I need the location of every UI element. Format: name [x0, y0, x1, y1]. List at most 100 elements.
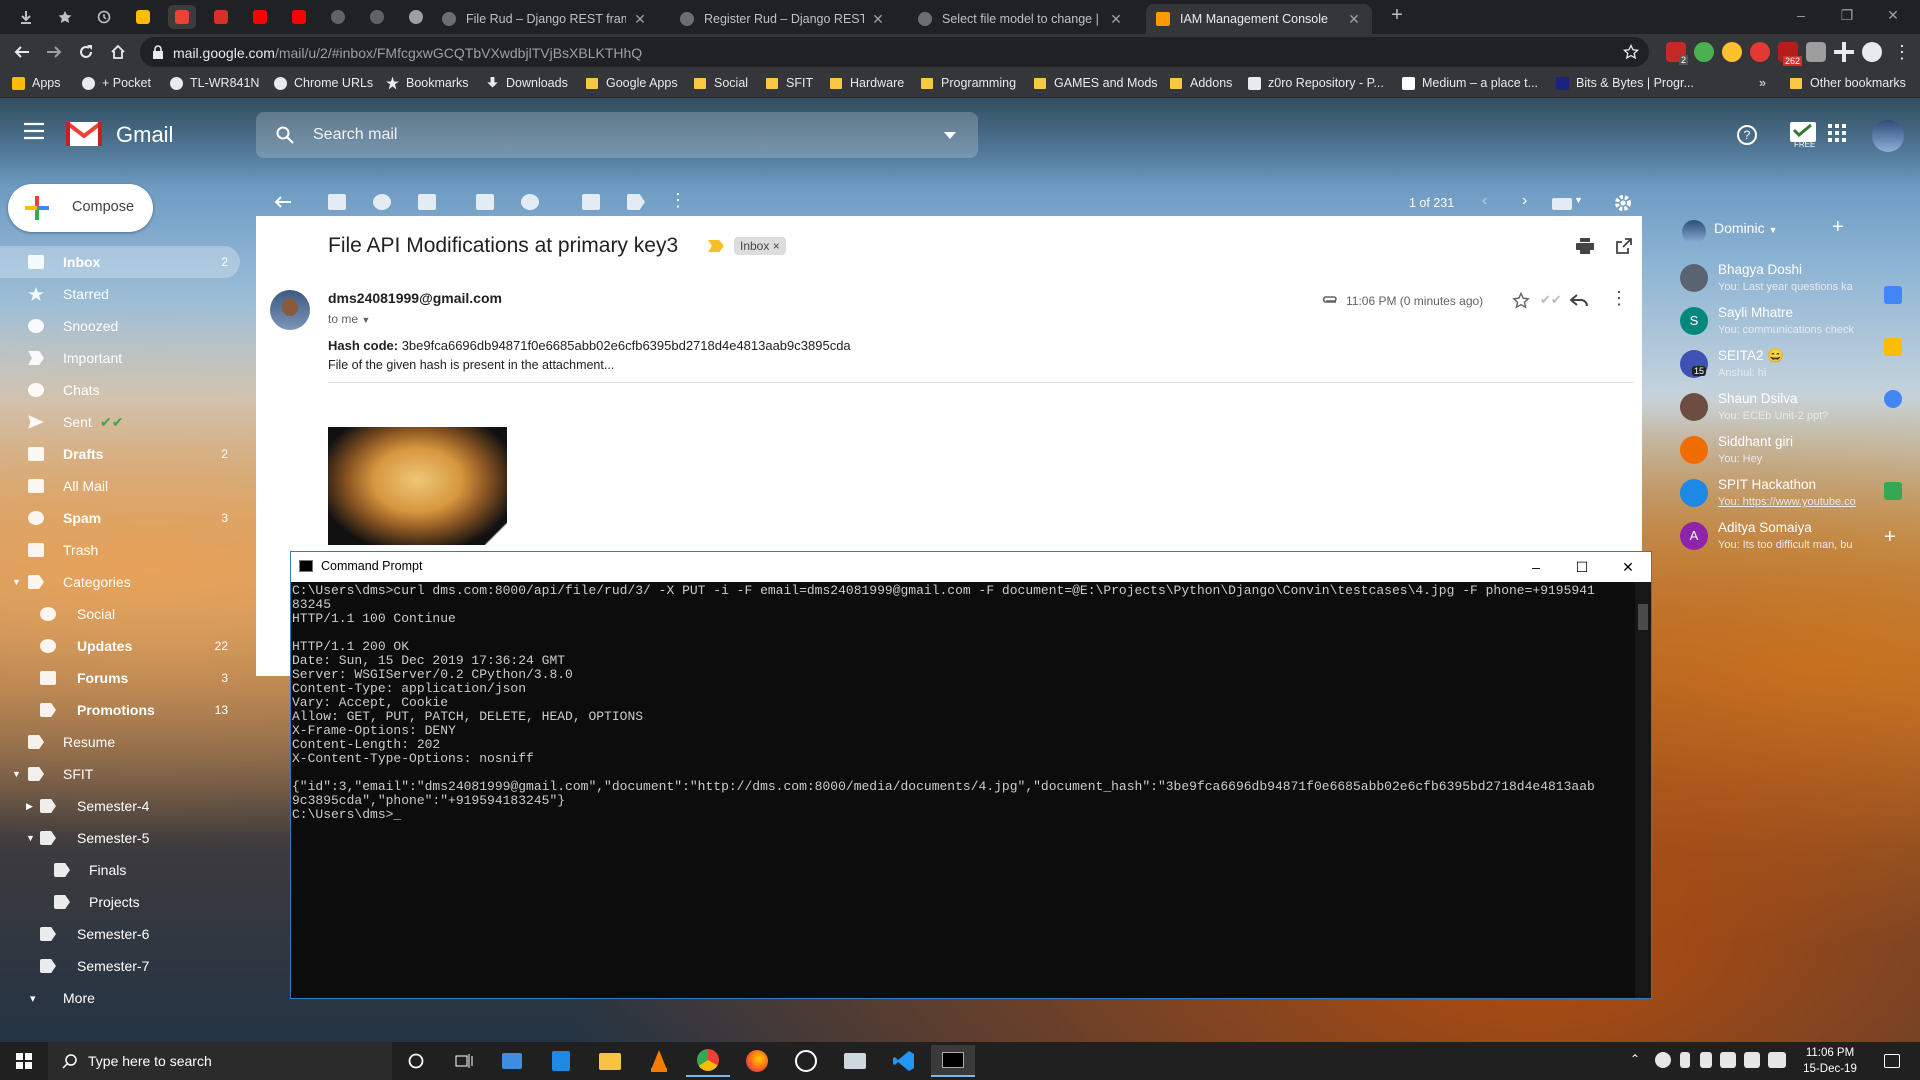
sidebar-item-finals[interactable]: Finals — [0, 854, 240, 886]
input-tools-caret-icon[interactable]: ▼ — [1574, 195, 1583, 205]
firefox-icon[interactable] — [735, 1045, 779, 1077]
wifi-icon[interactable] — [1744, 1052, 1760, 1068]
details-caret-icon[interactable]: ▼ — [361, 315, 370, 325]
expand-caret-icon[interactable]: ▶ — [26, 801, 33, 812]
chrome-taskbar-icon[interactable] — [686, 1045, 730, 1077]
download-icon[interactable] — [12, 5, 40, 29]
sidebar-item-snoozed[interactable]: Snoozed — [0, 310, 240, 342]
new-conversation-plus-icon[interactable]: + — [1832, 216, 1844, 239]
gmail-logo-icon[interactable] — [66, 120, 102, 146]
snooze-clock-icon[interactable] — [521, 194, 539, 210]
sidebar-item-starred[interactable]: Starred — [0, 278, 240, 310]
recipient-details[interactable]: to me ▼ — [328, 312, 370, 326]
cmd-titlebar[interactable]: Command Prompt – ☐ ✕ — [291, 552, 1651, 582]
bookmark-folder-games[interactable]: GAMES and Mods — [1034, 76, 1158, 90]
screenshot-camera-icon[interactable] — [1806, 42, 1826, 62]
taskbar-search-box[interactable]: Type here to search — [48, 1042, 392, 1080]
archive-icon[interactable] — [328, 194, 346, 210]
more-actions-icon[interactable]: ⋮ — [669, 190, 687, 211]
cmd-minimize-button[interactable]: – — [1513, 552, 1559, 582]
help-icon[interactable]: ? — [1736, 124, 1760, 148]
cmd-output[interactable]: C:\Users\dms>curl dms.com:8000/api/file/… — [291, 582, 1635, 998]
windows-start-icon[interactable] — [2, 1045, 46, 1077]
sidebar-item-inbox[interactable]: Inbox 2 — [0, 246, 240, 278]
bookmark-folder-other[interactable]: Other bookmarks — [1790, 76, 1906, 90]
chat-contact[interactable]: A Aditya Somaiya You: Its too difficult ma… — [1680, 518, 1886, 558]
keep-tab-icon[interactable] — [129, 5, 157, 29]
get-addons-plus-icon[interactable]: + — [1884, 526, 1896, 549]
bookmark-router[interactable]: TL-WR841N — [170, 76, 259, 90]
bookmark-folder-sfit[interactable]: SFIT — [766, 76, 813, 90]
system-clock[interactable]: 11:06 PM 15-Dec-19 — [1790, 1045, 1870, 1077]
blank-tab-icon[interactable] — [324, 5, 352, 29]
minimize-window-button[interactable]: – — [1778, 0, 1824, 30]
adblock-plus-icon[interactable]: 2 — [1666, 42, 1688, 65]
tray-overflow-chevron-icon[interactable]: ⌃ — [1630, 1052, 1640, 1066]
gmail-pinned-tab-icon-2[interactable] — [207, 5, 235, 29]
sidebar-item-sfit[interactable]: ▼ SFIT — [0, 758, 240, 790]
star-icon[interactable] — [1512, 292, 1530, 310]
collapse-caret-icon[interactable]: ▼ — [12, 577, 21, 587]
keyboard-icon[interactable] — [1768, 1052, 1786, 1068]
sidebar-item-semester-5[interactable]: ▼ Semester-5 — [0, 822, 240, 854]
compose-button[interactable]: Compose — [8, 184, 153, 232]
bookmark-apps[interactable]: Apps — [12, 76, 61, 90]
streak-free-badge-icon[interactable]: FREE — [1788, 120, 1818, 150]
sender-email[interactable]: dms24081999@gmail.com — [328, 290, 502, 306]
sidebar-item-important[interactable]: Important — [0, 342, 240, 374]
tasks-addon-icon[interactable] — [1884, 390, 1902, 408]
search-input[interactable]: Search mail — [313, 126, 397, 144]
volume-icon[interactable] — [1720, 1052, 1736, 1068]
bookmark-bits-bytes[interactable]: Bits & Bytes | Progr... — [1556, 76, 1694, 90]
input-tools-keyboard-icon[interactable] — [1552, 198, 1572, 210]
bookmark-this-page-star-icon[interactable] — [1623, 44, 1639, 60]
collapse-caret-icon[interactable]: ▼ — [12, 769, 21, 779]
youtube-tab-icon-2[interactable] — [285, 5, 313, 29]
newer-chevron-icon[interactable]: ‹ — [1482, 192, 1487, 210]
close-window-button[interactable]: ✕ — [1870, 0, 1916, 30]
chat-contact[interactable]: Siddhant giri You: Hey — [1680, 432, 1886, 472]
bookmark-star-icon[interactable] — [51, 5, 79, 29]
youtube-tab-icon[interactable] — [246, 5, 274, 29]
gmail-pinned-tab-icon[interactable] — [168, 5, 196, 29]
network-app-icon[interactable] — [539, 1045, 583, 1077]
bookmark-pocket[interactable]: + Pocket — [82, 76, 151, 90]
sidebar-item-more[interactable]: ▾ More — [0, 982, 240, 1014]
cmd-scrollbar[interactable] — [1635, 582, 1651, 998]
xbox-icon[interactable] — [784, 1045, 828, 1077]
chat-contact[interactable]: 15 SEITA2 😄 Anshul: hi — [1680, 346, 1886, 386]
bookmark-folder-addons[interactable]: Addons — [1170, 76, 1232, 90]
search-options-caret-icon[interactable] — [944, 132, 956, 139]
sidebar-item-categories[interactable]: ▼ Categories — [0, 566, 240, 598]
sidebar-item-drafts[interactable]: Drafts 2 — [0, 438, 240, 470]
bookmark-folder-hardware[interactable]: Hardware — [830, 76, 904, 90]
sidebar-item-spam[interactable]: Spam 3 — [0, 502, 240, 534]
mail-search-bar[interactable]: Search mail — [256, 112, 978, 158]
profile-icon[interactable] — [1862, 42, 1882, 62]
bookmark-folder-social[interactable]: Social — [694, 76, 748, 90]
tab-file-rud[interactable]: File Rud – Django REST framewo ✕ — [432, 4, 658, 34]
settings-gear-icon[interactable] — [1614, 194, 1632, 212]
onedrive-cloud-icon[interactable] — [1655, 1052, 1671, 1068]
sidebar-item-semester-4[interactable]: ▶ Semester-4 — [0, 790, 240, 822]
command-prompt-window[interactable]: Command Prompt – ☐ ✕ C:\Users\dms>curl d… — [290, 551, 1652, 999]
cortana-circle-icon[interactable] — [394, 1045, 438, 1077]
extension-circle-icon[interactable] — [1694, 42, 1714, 62]
sidebar-item-social[interactable]: Social — [0, 598, 240, 630]
vlc-icon[interactable] — [637, 1045, 681, 1077]
main-menu-icon[interactable] — [24, 122, 46, 140]
lock-icon[interactable] — [152, 45, 164, 59]
snipping-tool-icon[interactable] — [833, 1045, 877, 1077]
sidebar-item-chats[interactable]: Chats — [0, 374, 240, 406]
bookmark-bookmarks[interactable]: Bookmarks — [386, 76, 469, 90]
mark-unread-icon[interactable] — [476, 194, 494, 210]
reload-icon[interactable] — [74, 40, 98, 64]
chat-status-dropdown[interactable]: Dominic ▼ — [1714, 220, 1777, 236]
sender-avatar[interactable] — [270, 290, 310, 330]
addon-icon[interactable] — [1884, 482, 1902, 500]
calendar-addon-icon[interactable] — [1884, 286, 1902, 304]
tab-close-icon[interactable]: ✕ — [1346, 11, 1362, 28]
report-spam-icon[interactable] — [373, 194, 391, 210]
tab-select-file-model[interactable]: Select file model to change | Dja ✕ — [908, 4, 1134, 34]
older-chevron-icon[interactable]: › — [1522, 192, 1527, 210]
